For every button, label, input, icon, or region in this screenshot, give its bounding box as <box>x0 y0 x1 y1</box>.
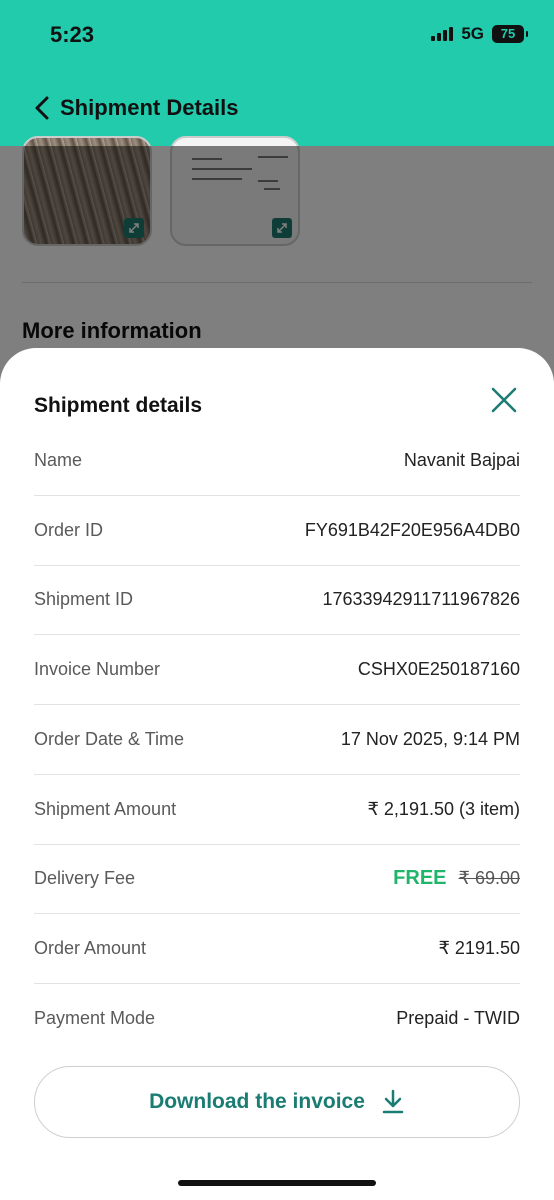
row-label: Shipment Amount <box>34 798 177 819</box>
signal-icon <box>431 27 454 41</box>
row-label: Order Date & Time <box>34 728 185 749</box>
row-value: Navanit Bajpai <box>403 449 520 470</box>
free-badge: FREE <box>393 867 447 890</box>
download-invoice-button[interactable]: Download the invoice <box>34 1066 520 1138</box>
original-fee: ₹ 69.00 <box>458 868 521 889</box>
close-button[interactable] <box>488 384 520 416</box>
row-value: 17633942911711967826 <box>322 589 520 610</box>
battery-icon: 75 <box>492 25 528 43</box>
nav-bar: Shipment Details <box>0 70 554 146</box>
row-label: Name <box>34 449 83 470</box>
network-label: 5G <box>461 24 484 43</box>
status-bar: 5:23 5G 75 <box>0 0 554 70</box>
row-value: ₹ 2191.50 <box>438 938 520 959</box>
page-title: Shipment Details <box>60 95 239 120</box>
row-value: Prepaid - TWID <box>396 1008 520 1029</box>
row-value: CSHX0E250187160 <box>357 659 520 680</box>
row-value: FY691B42F20E956A4DB0 <box>304 519 520 540</box>
row-value: 17 Nov 2025, 9:14 PM <box>340 728 520 749</box>
row-label: Delivery Fee <box>34 868 136 889</box>
home-indicator <box>178 1180 376 1186</box>
detail-row-order-date: Order Date & Time 17 Nov 2025, 9:14 PM <box>34 705 520 775</box>
detail-row-shipment-id: Shipment ID 17633942911711967826 <box>34 566 520 636</box>
row-label: Order ID <box>34 519 104 540</box>
back-button[interactable] <box>30 93 54 123</box>
download-invoice-label: Download the invoice <box>149 1090 365 1113</box>
row-label: Order Amount <box>34 938 147 959</box>
detail-row-shipment-amount: Shipment Amount ₹ 2,191.50 (3 item) <box>34 775 520 845</box>
delivery-fee-value: FREE ₹ 69.00 <box>393 867 520 890</box>
close-icon <box>491 387 517 413</box>
detail-row-order-id: Order ID FY691B42F20E956A4DB0 <box>34 496 520 566</box>
download-icon <box>381 1089 405 1115</box>
sheet-title: Shipment details <box>34 394 203 417</box>
detail-row-payment-mode: Payment Mode Prepaid - TWID <box>34 984 520 1054</box>
status-time: 5:23 <box>50 22 95 47</box>
detail-row-order-amount: Order Amount ₹ 2191.50 <box>34 914 520 984</box>
detail-row-delivery-fee: Delivery Fee FREE ₹ 69.00 <box>34 845 520 915</box>
status-indicators: 5G 75 <box>431 24 528 44</box>
row-label: Payment Mode <box>34 1008 156 1029</box>
back-chevron-icon <box>35 96 49 120</box>
row-value: ₹ 2,191.50 (3 item) <box>367 798 520 819</box>
shipment-details-sheet: Shipment details Name Navanit Bajpai Ord… <box>0 348 554 1200</box>
detail-row-invoice-number: Invoice Number CSHX0E250187160 <box>34 635 520 705</box>
row-label: Invoice Number <box>34 659 161 680</box>
row-label: Shipment ID <box>34 589 134 610</box>
detail-row-name: Name Navanit Bajpai <box>34 426 520 496</box>
details-list: Name Navanit Bajpai Order ID FY691B42F20… <box>34 426 520 1054</box>
